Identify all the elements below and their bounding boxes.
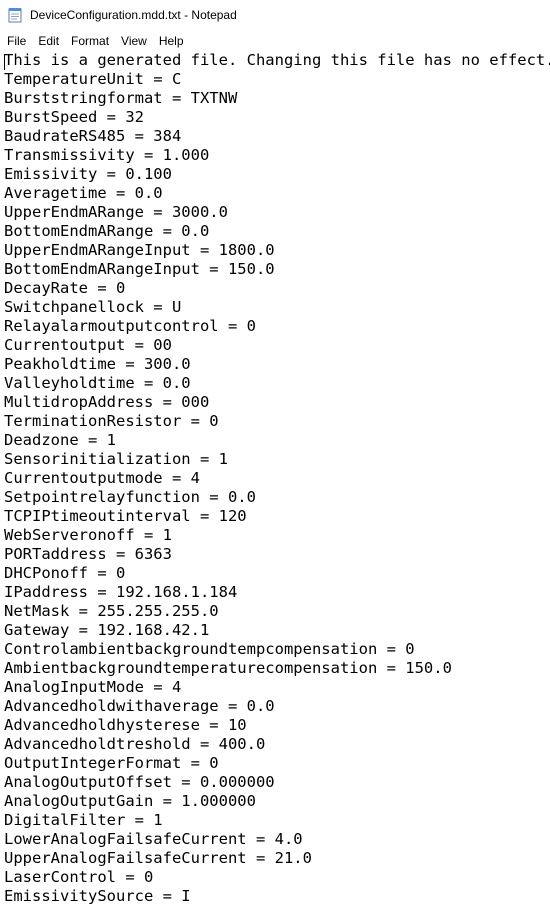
text-line: DHCPonoff = 0 bbox=[4, 564, 126, 582]
text-line: Currentoutput = 00 bbox=[4, 336, 172, 354]
text-line: MultidropAddress = 000 bbox=[4, 393, 210, 411]
menu-format[interactable]: Format bbox=[65, 32, 115, 50]
text-line: AnalogOutputGain = 1.000000 bbox=[4, 792, 256, 810]
text-line: AnalogOutputOffset = 0.000000 bbox=[4, 773, 275, 791]
text-caret bbox=[4, 54, 5, 70]
text-line: TemperatureUnit = C bbox=[4, 70, 182, 88]
text-line: BottomEndmARange = 0.0 bbox=[4, 222, 210, 240]
text-line: UpperEndmARange = 3000.0 bbox=[4, 203, 228, 221]
notepad-window: DeviceConfiguration.mdd.txt - Notepad Fi… bbox=[0, 0, 550, 915]
text-line: BurstSpeed = 32 bbox=[4, 108, 144, 126]
text-line: Burststringformat = TXTNW bbox=[4, 89, 238, 107]
menu-edit[interactable]: Edit bbox=[32, 32, 65, 50]
text-line: Sensorinitialization = 1 bbox=[4, 450, 228, 468]
title-bar[interactable]: DeviceConfiguration.mdd.txt - Notepad bbox=[0, 0, 550, 30]
text-line: EmissivitySource = I bbox=[4, 887, 191, 905]
text-line: Transmissivity = 1.000 bbox=[4, 146, 210, 164]
text-line: Gateway = 192.168.42.1 bbox=[4, 621, 210, 639]
text-line: IPaddress = 192.168.1.184 bbox=[4, 583, 238, 601]
menu-file[interactable]: File bbox=[1, 32, 32, 50]
text-line: Peakholdtime = 300.0 bbox=[4, 355, 191, 373]
text-line: TerminationResistor = 0 bbox=[4, 412, 219, 430]
text-line: Advancedholdhysterese = 10 bbox=[4, 716, 247, 734]
text-line: DecayRate = 0 bbox=[4, 279, 126, 297]
text-line: LaserControl = 0 bbox=[4, 868, 154, 886]
text-line: WebServeronoff = 1 bbox=[4, 526, 172, 544]
text-line: LowerAnalogFailsafeCurrent = 4.0 bbox=[4, 830, 303, 848]
text-line: Relayalarmoutputcontrol = 0 bbox=[4, 317, 256, 335]
text-line: Advancedholdwithaverage = 0.0 bbox=[4, 697, 275, 715]
text-line: UpperEndmARangeInput = 1800.0 bbox=[4, 241, 275, 259]
text-line: Switchpanellock = U bbox=[4, 298, 182, 316]
text-line: Currentoutputmode = 4 bbox=[4, 469, 200, 487]
window-title: DeviceConfiguration.mdd.txt - Notepad bbox=[30, 8, 237, 22]
text-editor[interactable]: This is a generated file. Changing this … bbox=[0, 51, 550, 915]
text-line: This is a generated file. Changing this … bbox=[4, 51, 550, 69]
notepad-icon bbox=[7, 7, 23, 23]
text-line: BottomEndmARangeInput = 150.0 bbox=[4, 260, 275, 278]
text-line: Valleyholdtime = 0.0 bbox=[4, 374, 191, 392]
text-line: Averagetime = 0.0 bbox=[4, 184, 163, 202]
text-line: UpperAnalogFailsafeCurrent = 21.0 bbox=[4, 849, 312, 867]
document-lines: This is a generated file. Changing this … bbox=[0, 51, 550, 906]
text-line: AnalogInputMode = 4 bbox=[4, 678, 182, 696]
text-line: Deadzone = 1 bbox=[4, 431, 116, 449]
text-line: Controlambientbackgroundtempcompensation… bbox=[4, 640, 415, 658]
text-line: Emissivity = 0.100 bbox=[4, 165, 172, 183]
menu-help[interactable]: Help bbox=[153, 32, 190, 50]
text-line: BaudrateRS485 = 384 bbox=[4, 127, 182, 145]
text-line: NetMask = 255.255.255.0 bbox=[4, 602, 219, 620]
text-line: Setpointrelayfunction = 0.0 bbox=[4, 488, 256, 506]
menu-view[interactable]: View bbox=[115, 32, 153, 50]
text-line: OutputIntegerFormat = 0 bbox=[4, 754, 219, 772]
text-line: DigitalFilter = 1 bbox=[4, 811, 163, 829]
menu-bar: File Edit Format View Help bbox=[0, 30, 550, 51]
text-line: PORTaddress = 6363 bbox=[4, 545, 172, 563]
text-line: Ambientbackgroundtemperaturecompensation… bbox=[4, 659, 452, 677]
text-line: Advancedholdtreshold = 400.0 bbox=[4, 735, 266, 753]
text-line: TCPIPtimeoutinterval = 120 bbox=[4, 507, 247, 525]
